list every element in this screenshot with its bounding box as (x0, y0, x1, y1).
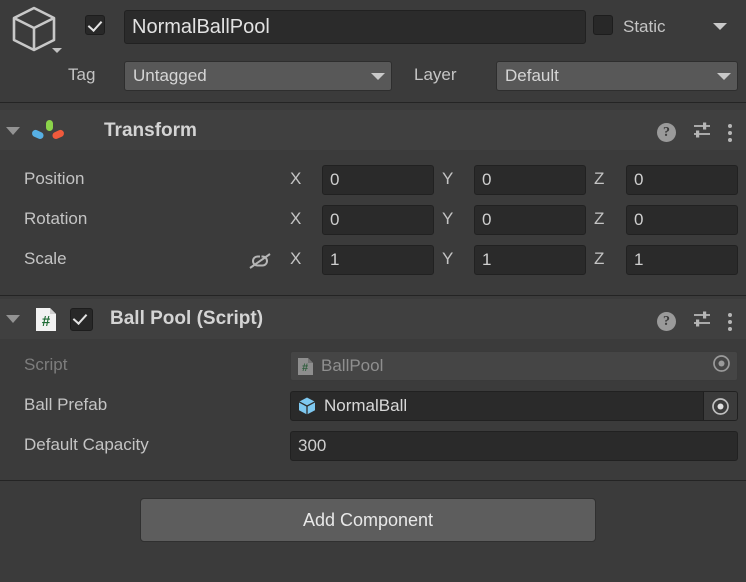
ballpool-header-icons: ? (657, 310, 732, 333)
gameobject-cube-icon (8, 4, 70, 56)
default-capacity-label: Default Capacity (24, 435, 149, 454)
constrain-proportions-off-icon[interactable] (246, 251, 274, 276)
gameobject-name-value: NormalBallPool (132, 15, 270, 38)
transform-scale-label: Scale (24, 249, 67, 268)
rotation-y-input[interactable]: 0 (474, 205, 586, 235)
script-label: Script (24, 355, 68, 374)
ballpool-foldout-arrow[interactable] (6, 315, 20, 323)
tag-dropdown[interactable]: Untagged (124, 61, 392, 91)
chevron-down-icon (371, 72, 385, 80)
scale-x-value: 1 (330, 250, 340, 269)
static-dropdown-caret[interactable] (713, 23, 727, 30)
ball-prefab-value: NormalBall (324, 396, 408, 415)
transform-icon (30, 119, 68, 145)
layer-label: Layer (414, 65, 457, 84)
more-options-icon[interactable] (728, 123, 732, 142)
static-label: Static (623, 17, 666, 36)
ballpool-enabled-checkbox[interactable] (70, 308, 93, 331)
position-x-input[interactable]: 0 (322, 165, 434, 195)
gameobject-header: NormalBallPool Static Tag Untagged Layer… (0, 0, 746, 103)
transform-foldout-arrow[interactable] (6, 127, 20, 135)
scale-y-value: 1 (482, 250, 492, 269)
static-checkbox[interactable] (593, 15, 613, 35)
csharp-script-icon: # (297, 357, 314, 376)
axis-label-y: Y (442, 209, 454, 228)
gameobject-active-checkbox[interactable] (85, 15, 105, 35)
ballpool-component-body: Script # BallPool Ball Prefab NormalBall… (0, 339, 746, 472)
gameobject-name-input[interactable]: NormalBallPool (124, 10, 586, 44)
axis-label-x: X (290, 249, 302, 268)
rotation-y-value: 0 (482, 210, 492, 229)
rotation-z-input[interactable]: 0 (626, 205, 738, 235)
axis-label-y: Y (442, 169, 454, 188)
scale-z-input[interactable]: 1 (626, 245, 738, 275)
transform-title: Transform (104, 120, 197, 141)
add-component-button[interactable]: Add Component (140, 498, 596, 542)
transform-header-icons: ? (657, 121, 732, 144)
unity-inspector-panel: NormalBallPool Static Tag Untagged Layer… (0, 0, 746, 582)
axis-label-x: X (290, 209, 302, 228)
help-icon[interactable]: ? (657, 123, 676, 142)
transform-component-header[interactable]: Transform ? (0, 110, 746, 150)
scale-x-input[interactable]: 1 (322, 245, 434, 275)
transform-rotation-label: Rotation (24, 209, 88, 228)
scale-z-value: 1 (634, 250, 644, 269)
position-z-input[interactable]: 0 (626, 165, 738, 195)
add-component-label: Add Component (302, 509, 434, 530)
layer-dropdown[interactable]: Default (496, 61, 738, 91)
layer-value: Default (505, 66, 559, 85)
ballpool-title: Ball Pool (Script) (110, 308, 264, 329)
preset-sliders-icon[interactable] (692, 121, 712, 144)
divider (0, 480, 746, 481)
ballpool-component-header[interactable]: # Ball Pool (Script) ? (0, 299, 746, 339)
axis-label-x: X (290, 169, 302, 188)
axis-label-z: Z (594, 169, 605, 188)
axis-label-z: Z (594, 209, 605, 228)
divider (0, 295, 746, 296)
svg-text:#: # (42, 313, 51, 330)
tag-value: Untagged (133, 66, 207, 85)
object-picker-button[interactable] (703, 392, 737, 420)
rotation-z-value: 0 (634, 210, 644, 229)
ball-prefab-object-field[interactable]: NormalBall (290, 391, 738, 421)
rotation-x-value: 0 (330, 210, 340, 229)
rotation-x-input[interactable]: 0 (322, 205, 434, 235)
position-y-input[interactable]: 0 (474, 165, 586, 195)
divider (0, 102, 746, 103)
position-z-value: 0 (634, 170, 644, 189)
help-icon[interactable]: ? (657, 312, 676, 331)
ball-prefab-label: Ball Prefab (24, 395, 108, 414)
default-capacity-input[interactable]: 300 (290, 431, 738, 461)
default-capacity-value: 300 (298, 436, 327, 455)
more-options-icon[interactable] (728, 312, 732, 331)
axis-label-z: Z (594, 249, 605, 268)
position-x-value: 0 (330, 170, 340, 189)
prefab-cube-icon (297, 396, 317, 416)
tag-label: Tag (68, 65, 96, 84)
scale-y-input[interactable]: 1 (474, 245, 586, 275)
script-value: BallPool (321, 356, 384, 375)
axis-label-y: Y (442, 249, 454, 268)
script-object-field: # BallPool (290, 351, 738, 381)
position-y-value: 0 (482, 170, 492, 189)
transform-position-label: Position (24, 169, 85, 188)
object-picker-icon (712, 354, 731, 378)
transform-component-body: Position X 0 Y 0 Z 0 Rotation X 0 Y 0 Z … (0, 150, 746, 293)
svg-text:#: # (302, 362, 308, 374)
csharp-script-icon: # (34, 307, 58, 332)
chevron-down-icon (717, 72, 731, 80)
preset-sliders-icon[interactable] (692, 310, 712, 333)
